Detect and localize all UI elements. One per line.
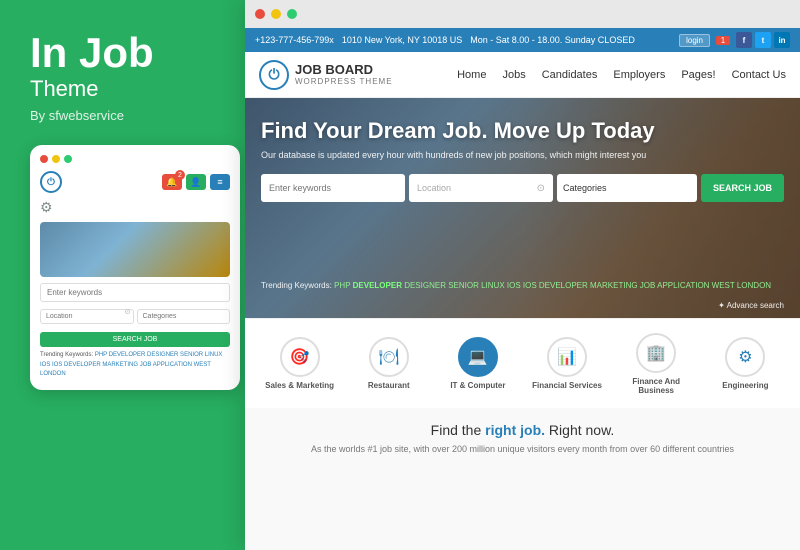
mini-categories-input[interactable] <box>137 309 231 324</box>
mini-location-icon: ⊙ <box>125 308 131 316</box>
category-label-engineering: Engineering <box>722 381 768 390</box>
topbar-right: login 1 f t in <box>679 32 790 48</box>
category-sales-marketing[interactable]: 🎯 Sales & Marketing <box>265 337 335 390</box>
mini-keywords-input[interactable] <box>40 283 230 302</box>
mini-mockup: ⏻ 🔔 2 👤 ≡ ⚙ ⊙ SEARC <box>30 145 240 390</box>
browser-minimize-dot[interactable] <box>271 9 281 19</box>
nav-logo-icon: ⏻ <box>259 60 289 90</box>
notification-badge: 1 <box>716 36 730 45</box>
category-icon-restaurant: 🍽 <box>369 337 409 377</box>
hero-content: Find Your Dream Job. Move Up Today Our d… <box>261 118 784 202</box>
mini-search-button[interactable]: SEARCH JOB <box>40 332 230 347</box>
hero-keywords-input[interactable] <box>261 174 405 202</box>
topbar-contact: +123-777-456-799x 1010 New York, NY 1001… <box>255 35 635 45</box>
hero-location-input[interactable]: Location ⊙ <box>409 174 553 202</box>
hero-advance-search[interactable]: ✦ Advance search <box>718 301 784 310</box>
social-icons: f t in <box>736 32 790 48</box>
mini-search-row: ⊙ <box>40 305 230 324</box>
bottom-title-bold: right job. <box>485 422 545 438</box>
mini-badge: 2 <box>175 170 185 180</box>
left-panel: In Job Theme By sfwebservice ⏻ 🔔 2 👤 ≡ ⚙ <box>0 0 248 550</box>
nav-logo-text: JOB BOARD WORDPRESS THEME <box>295 63 393 86</box>
category-financial[interactable]: 📊 Financial Services <box>532 337 602 390</box>
category-icon-it: 💻 <box>458 337 498 377</box>
mini-trending-label: Trending Keywords: <box>40 352 93 358</box>
mini-icons: 🔔 2 👤 ≡ <box>162 174 230 190</box>
browser-maximize-dot[interactable] <box>287 9 297 19</box>
hero-trending-label: Trending Keywords: <box>261 281 332 290</box>
mini-icon-menu: ≡ <box>210 174 230 190</box>
mini-icon-user: 👤 <box>186 174 206 190</box>
mini-maximize-dot <box>64 155 72 163</box>
category-engineering[interactable]: ⚙ Engineering <box>710 337 780 390</box>
category-label-restaurant: Restaurant <box>368 381 410 390</box>
hero-title: Find Your Dream Job. Move Up Today <box>261 118 784 144</box>
nav-pages[interactable]: Pages! <box>681 69 715 81</box>
nav-contact[interactable]: Contact Us <box>732 69 786 81</box>
mini-logo: ⏻ <box>40 171 62 193</box>
topbar-address: 1010 New York, NY 10018 US <box>342 35 462 45</box>
category-icon-finance: 🏢 <box>636 333 676 373</box>
nav-employers[interactable]: Employers <box>613 69 665 81</box>
mini-trending: Trending Keywords: PHP DEVELOPER DESIGNE… <box>40 351 230 380</box>
nav-links: Home Jobs Candidates Employers Pages! Co… <box>457 69 786 81</box>
topbar-phone: +123-777-456-799x <box>255 35 334 45</box>
browser-close-dot[interactable] <box>255 9 265 19</box>
site-categories: 🎯 Sales & Marketing 🍽 Restaurant 💻 IT & … <box>245 318 800 408</box>
category-finance-business[interactable]: 🏢 Finance And Business <box>621 333 691 395</box>
hero-categories-select[interactable]: Categories <box>557 174 697 202</box>
site-bottom: Find the right job. Right now. As the wo… <box>245 408 800 550</box>
brand-title: In Job <box>30 30 228 76</box>
linkedin-icon[interactable]: in <box>774 32 790 48</box>
nav-logo: ⏻ JOB BOARD WORDPRESS THEME <box>259 60 393 90</box>
facebook-icon[interactable]: f <box>736 32 752 48</box>
category-label-it: IT & Computer <box>450 381 505 390</box>
mini-window-controls <box>40 155 230 163</box>
site-nav: ⏻ JOB BOARD WORDPRESS THEME Home Jobs Ca… <box>245 52 800 98</box>
category-icon-financial: 📊 <box>547 337 587 377</box>
twitter-icon[interactable]: t <box>755 32 771 48</box>
hero-trending: Trending Keywords: PHP DEVELOPER DESIGNE… <box>261 281 771 290</box>
category-label-sales: Sales & Marketing <box>265 381 334 390</box>
mini-icon-notification: 🔔 2 <box>162 174 182 190</box>
topbar-hours: Mon - Sat 8.00 - 18.00. Sunday CLOSED <box>470 35 635 45</box>
category-it-computer[interactable]: 💻 IT & Computer <box>443 337 513 390</box>
mini-location-input[interactable] <box>40 309 134 324</box>
category-icon-engineering: ⚙ <box>725 337 765 377</box>
browser-titlebar <box>245 0 800 28</box>
category-restaurant[interactable]: 🍽 Restaurant <box>354 337 424 390</box>
nav-jobs[interactable]: Jobs <box>502 69 525 81</box>
browser-mockup: +123-777-456-799x 1010 New York, NY 1001… <box>245 0 800 550</box>
hero-trending-keywords: PHP DEVELOPER DESIGNER SENIOR LINUX IOS … <box>334 281 771 290</box>
category-icon-sales: 🎯 <box>280 337 320 377</box>
hero-subtitle: Our database is updated every hour with … <box>261 150 784 160</box>
bottom-description: As the worlds #1 job site, with over 200… <box>261 444 784 454</box>
mini-gear-icon: ⚙ <box>40 199 230 216</box>
category-label-financial: Financial Services <box>532 381 602 390</box>
hero-search-button[interactable]: SEARCH JOB <box>701 174 784 202</box>
mini-minimize-dot <box>52 155 60 163</box>
mini-topbar: ⏻ 🔔 2 👤 ≡ <box>40 171 230 193</box>
mini-hero-image <box>40 222 230 277</box>
site-hero: Find Your Dream Job. Move Up Today Our d… <box>245 98 800 318</box>
brand-by: By sfwebservice <box>30 108 228 123</box>
nav-candidates[interactable]: Candidates <box>542 69 598 81</box>
category-label-finance: Finance And Business <box>621 377 691 395</box>
bottom-title: Find the right job. Right now. <box>261 422 784 438</box>
brand-subtitle: Theme <box>30 76 228 102</box>
hero-search-bar: Location ⊙ Categories SEARCH JOB <box>261 174 784 202</box>
login-button[interactable]: login <box>679 34 710 47</box>
site-topbar: +123-777-456-799x 1010 New York, NY 1001… <box>245 28 800 52</box>
nav-home[interactable]: Home <box>457 69 486 81</box>
mini-close-dot <box>40 155 48 163</box>
